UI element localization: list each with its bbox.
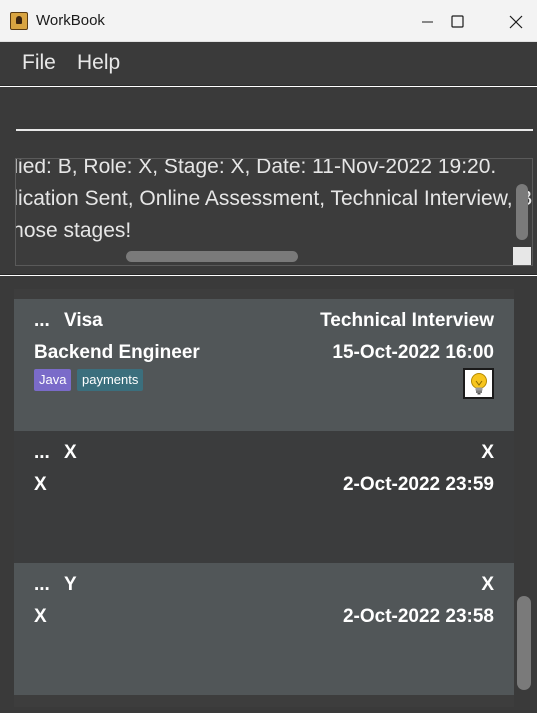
menu-help[interactable]: Help [77, 51, 120, 75]
card-index: ... [34, 574, 50, 595]
interview-tip-button[interactable] [463, 368, 494, 399]
maximize-icon [451, 15, 464, 28]
card-stage: X [481, 574, 494, 595]
result-panel: Applied: B, Role: X, Stage: X, Date: 11-… [0, 149, 537, 275]
card-stage: Technical Interview [320, 310, 494, 331]
window-title: WorkBook [36, 12, 105, 29]
close-icon [509, 15, 523, 29]
application-card[interactable]: ... Visa Technical Interview Backend Eng… [14, 299, 514, 431]
card-role: X [34, 474, 47, 495]
tag-java: Java [34, 369, 72, 391]
application-card[interactable]: ... Y X X 2-Oct-2022 23:58 [14, 563, 514, 695]
card-company: Visa [64, 310, 103, 331]
card-date: 15-Oct-2022 16:00 [332, 342, 494, 363]
card-date: 2-Oct-2022 23:58 [342, 606, 494, 627]
result-line: Applied: B, Role: X, Stage: X, Date: 11-… [15, 158, 497, 178]
menu-file[interactable]: File [22, 51, 56, 75]
result-line: Application Sent, Online Assessment, Tec… [16, 187, 532, 210]
result-display[interactable]: Applied: B, Role: X, Stage: X, Date: 11-… [15, 158, 533, 266]
tag-payments: payments [77, 369, 144, 391]
card-company: X [64, 442, 77, 463]
application-card[interactable]: ... X X X 2-Oct-2022 23:59 [14, 431, 514, 563]
result-text: Applied: B, Role: X, Stage: X, Date: 11-… [15, 158, 532, 247]
maximize-button[interactable] [436, 6, 480, 36]
lightbulb-icon [471, 373, 487, 395]
card-date: 2-Oct-2022 23:59 [342, 474, 494, 495]
application-list-scrollbar[interactable] [517, 596, 531, 690]
card-index: ... [34, 310, 50, 331]
result-vertical-scrollbar[interactable] [516, 184, 528, 240]
card-role: X [34, 606, 47, 627]
command-box [0, 87, 537, 149]
card-role: Backend Engineer [34, 342, 200, 363]
scroll-corner [513, 247, 531, 265]
result-horizontal-scrollbar[interactable] [126, 251, 298, 262]
card-stage: X [481, 442, 494, 463]
title-bar: WorkBook [0, 0, 537, 42]
workbook-app-icon [10, 12, 28, 30]
card-company: Y [64, 574, 77, 595]
application-list-panel: ... Visa Technical Interview Backend Eng… [0, 276, 537, 713]
command-input[interactable] [16, 101, 533, 131]
card-index: ... [34, 442, 50, 463]
result-line: for those stages! [16, 219, 132, 242]
close-button[interactable] [494, 6, 537, 36]
menu-bar: File Help [0, 42, 537, 86]
application-list: ... Visa Technical Interview Backend Eng… [14, 289, 514, 707]
